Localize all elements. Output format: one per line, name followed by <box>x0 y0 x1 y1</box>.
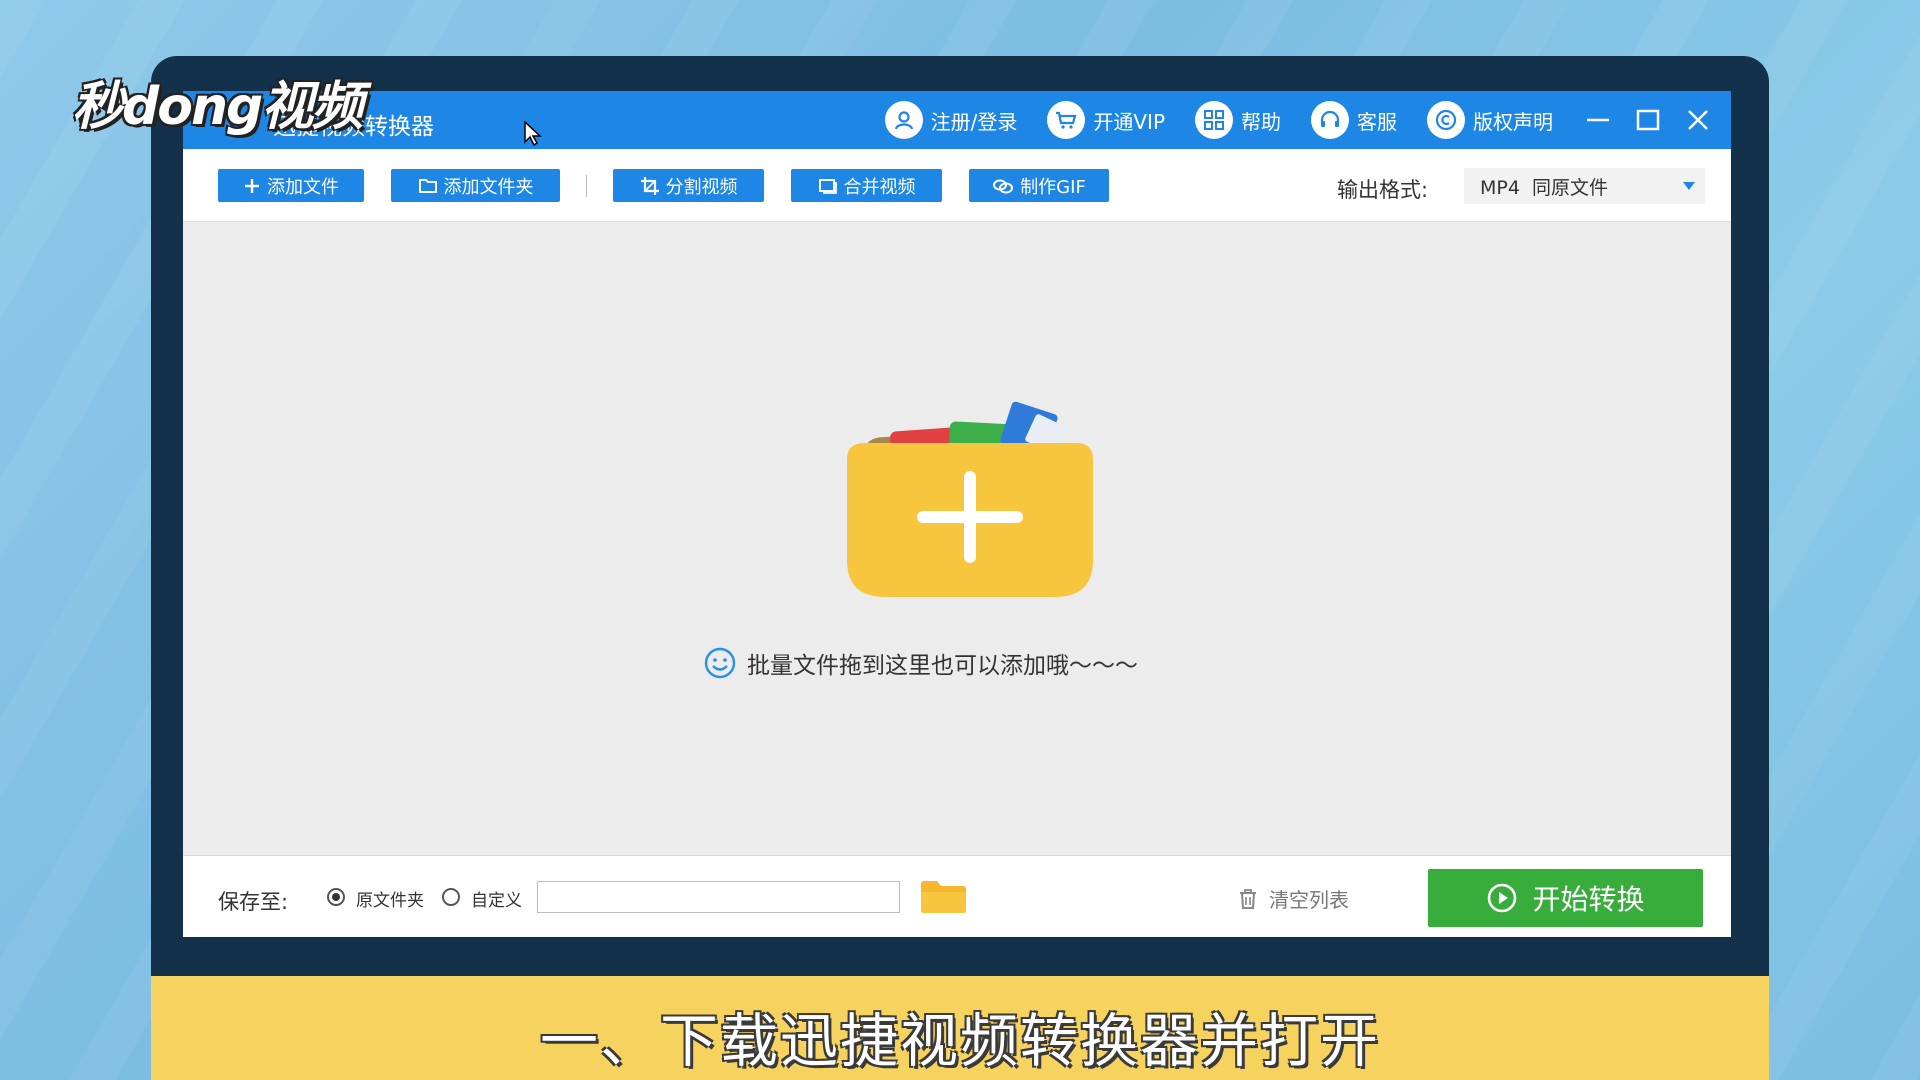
app-window: 迅捷视频转换器 注册/登录 开通VIP 帮助 客服 版权声明 添加文件 添加文件… <box>183 91 1731 937</box>
nav-vip-label: 开通VIP <box>1093 109 1165 134</box>
file-drop-zone[interactable]: 批量文件拖到这里也可以添加哦～～～ <box>183 222 1731 855</box>
caption-bar: 一、下载迅捷视频转换器并打开 <box>151 976 1769 1080</box>
top-nav: 注册/登录 开通VIP 帮助 客服 版权声明 <box>884 91 1553 149</box>
folder-outline-icon <box>418 178 437 193</box>
make-gif-label: 制作GIF <box>1020 176 1086 198</box>
nav-support-label: 客服 <box>1357 109 1397 134</box>
save-to-label: 保存至: <box>218 890 289 914</box>
start-convert-button[interactable]: 开始转换 <box>1428 869 1703 927</box>
play-icon <box>1488 883 1517 913</box>
bottom-bar: 保存至: 原文件夹 自定义 清空列表 开始转换 <box>183 855 1731 937</box>
grid-icon <box>1195 101 1233 139</box>
copyright-icon <box>1427 101 1465 139</box>
link-icon <box>993 179 1014 193</box>
nav-login[interactable]: 注册/登录 <box>884 101 1018 139</box>
custom-path-radio[interactable] <box>442 888 460 906</box>
close-icon[interactable] <box>1685 107 1711 133</box>
video-watermark-logo: 秒dong视频 <box>72 77 363 137</box>
plus-icon <box>245 178 259 193</box>
original-folder-label: 原文件夹 <box>356 891 424 911</box>
nav-help[interactable]: 帮助 <box>1195 101 1281 139</box>
drop-hint-text: 批量文件拖到这里也可以添加哦～～～ <box>747 653 1138 679</box>
chevron-down-icon <box>1683 182 1695 190</box>
nav-vip[interactable]: 开通VIP <box>1047 101 1165 139</box>
output-format-label: 输出格式: <box>1337 178 1429 202</box>
add-folder-label: 添加文件夹 <box>443 176 534 198</box>
nav-copyright[interactable]: 版权声明 <box>1427 101 1553 139</box>
nav-help-label: 帮助 <box>1241 109 1281 134</box>
merge-video-label: 合并视频 <box>843 176 916 198</box>
save-path-input[interactable] <box>537 881 900 913</box>
add-file-label: 添加文件 <box>267 176 339 198</box>
original-folder-radio[interactable] <box>327 888 345 906</box>
mouse-cursor-icon <box>524 121 542 147</box>
add-folder-button[interactable]: 添加文件夹 <box>391 169 560 202</box>
output-format-value: MP4 同原文件 <box>1480 176 1609 199</box>
merge-icon <box>818 178 837 194</box>
nav-login-label: 注册/登录 <box>930 109 1018 134</box>
headset-icon <box>1311 101 1349 139</box>
nav-copyright-label: 版权声明 <box>1473 109 1553 134</box>
title-bar: 迅捷视频转换器 注册/登录 开通VIP 帮助 客服 版权声明 <box>183 91 1731 149</box>
toolbar-divider <box>586 175 587 197</box>
split-video-label: 分割视频 <box>665 176 738 198</box>
add-file-button[interactable]: 添加文件 <box>218 169 364 202</box>
maximize-icon[interactable] <box>1635 107 1661 133</box>
crop-icon <box>640 176 659 195</box>
split-video-button[interactable]: 分割视频 <box>613 169 764 202</box>
trash-icon <box>1240 888 1256 909</box>
drop-hint: 批量文件拖到这里也可以添加哦～～～ <box>703 646 1138 680</box>
toolbar: 添加文件 添加文件夹 分割视频 合并视频 制作GIF 输出格式: MP4 同原文… <box>183 149 1731 222</box>
smiley-icon <box>704 647 736 679</box>
output-format-select[interactable]: MP4 同原文件 <box>1464 168 1705 204</box>
clear-list-button[interactable]: 清空列表 <box>1237 884 1349 913</box>
video-caption: 一、下载迅捷视频转换器并打开 <box>539 1007 1380 1075</box>
user-icon <box>884 101 923 139</box>
start-convert-label: 开始转换 <box>1532 883 1645 916</box>
make-gif-button[interactable]: 制作GIF <box>969 169 1109 202</box>
folder-icon[interactable] <box>919 880 967 914</box>
custom-path-label: 自定义 <box>471 891 522 911</box>
merge-video-button[interactable]: 合并视频 <box>791 169 942 202</box>
minimize-icon[interactable] <box>1585 107 1611 133</box>
cart-icon <box>1047 101 1086 139</box>
clear-list-label: 清空列表 <box>1269 888 1349 912</box>
window-controls <box>1585 91 1711 149</box>
add-folder-icon[interactable] <box>843 397 1098 602</box>
nav-support[interactable]: 客服 <box>1311 101 1397 139</box>
